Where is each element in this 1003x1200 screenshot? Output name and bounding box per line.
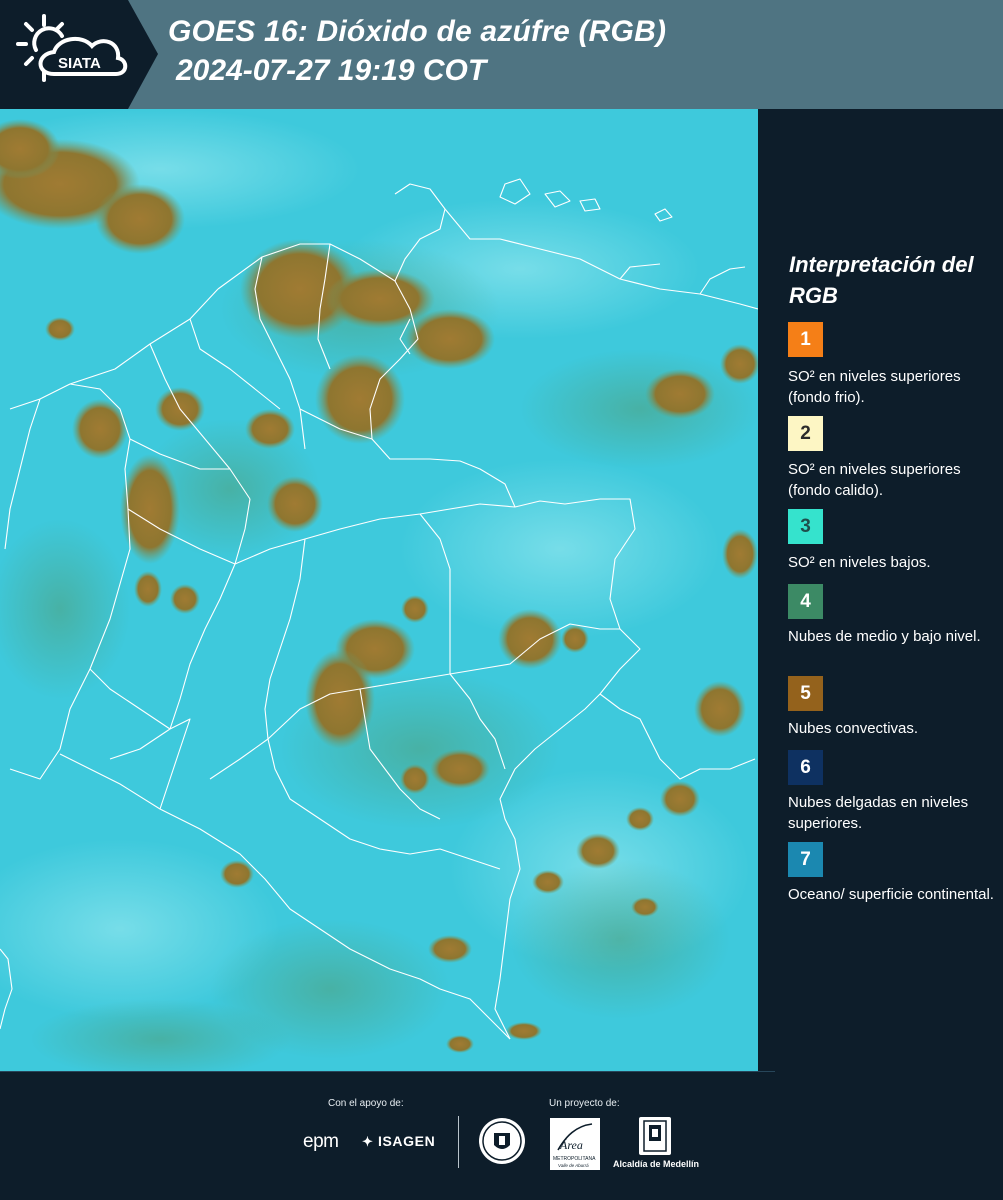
legend-text-5: Nubes convectivas. [788,720,919,737]
legend-swatch-4: 4 [788,584,823,619]
satellite-map [0,109,758,1071]
footer-vertical-divider [458,1116,459,1168]
legend-swatch-5: 5 [788,676,823,711]
legend-text-3: SO² en niveles bajos. [788,554,931,571]
legend-text-2: SO² en niveles superiores (fondo calido)… [788,461,961,499]
area-logo-subtext: METROPOLITANA [553,1156,596,1162]
legend-number-5: 5 [800,682,811,704]
legend-text-4: Nubes de medio y bajo nivel. [788,628,981,645]
isagen-logo-text: ISAGEN [378,1133,436,1149]
area-metropolitana-mark-icon: Área METROPOLITANA Valle de Aburrá [553,1123,596,1168]
isagen-mark-icon: ✦ [362,1134,374,1149]
page-timestamp: 2024-07-27 19:19 COT [176,54,487,87]
legend-number-6: 6 [800,756,811,778]
legend-swatch-1: 1 [788,322,823,357]
legend-title: Interpretación del RGB [789,252,974,308]
siata-logo: SIATA [0,0,158,109]
area-logo-text: Área [559,1138,583,1152]
support-caption: Con el apoyo de: [328,1098,404,1109]
legend-swatch-7: 7 [788,842,823,877]
legend-text-7: Oceano/ superficie continental. [788,886,994,903]
legend-swatch-3: 3 [788,509,823,544]
epm-logo: epm [303,1131,339,1152]
legend-swatch-6: 6 [788,750,823,785]
footer: Con el apoyo de: Un proyecto de: epm ✦ I… [0,1071,1003,1200]
area-logo-subtext2: Valle de Aburrá [558,1163,589,1168]
legend-number-3: 3 [800,515,811,537]
medellin-seal-icon [479,1118,525,1164]
logo-text: SIATA [58,55,101,72]
legend-text-6: Nubes delgadas en niveles superiores. [788,794,969,832]
footer-divider-line [0,1071,775,1072]
isagen-logo: ✦ ISAGEN [362,1133,435,1150]
area-metropolitana-logo: Área METROPOLITANA Valle de Aburrá [550,1118,600,1170]
sun-cloud-icon: SIATA [16,14,128,82]
alcaldia-shield-logo [639,1117,671,1155]
legend-number-2: 2 [800,422,811,444]
page-title: GOES 16: Dióxido de azúfre (RGB) [168,15,667,48]
legend-panel: Interpretación del RGB 1 SO² en niveles … [760,109,1003,1071]
alcaldia-logo-text: Alcaldía de Medellín [613,1159,700,1169]
legend-number-7: 7 [800,848,811,870]
project-caption: Un proyecto de: [549,1098,620,1109]
legend-text-1: SO² en niveles superiores (fondo frio). [788,368,961,406]
satellite-image [0,109,758,1071]
alcaldia-shield-icon [643,1120,667,1152]
legend-number-1: 1 [800,328,811,350]
legend-number-4: 4 [800,590,811,612]
header-bar: SIATA GOES 16: Dióxido de azúfre (RGB) 2… [0,0,1003,109]
legend-swatch-2: 2 [788,416,823,451]
